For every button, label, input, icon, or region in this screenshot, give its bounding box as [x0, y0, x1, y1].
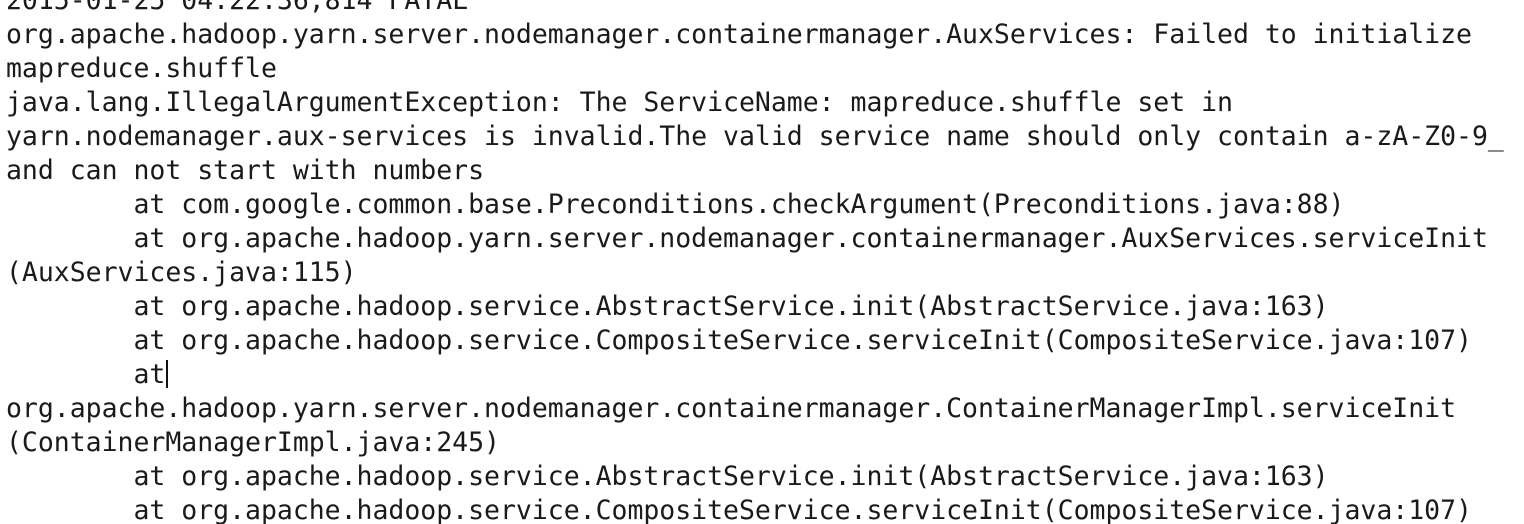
stack-frame-preconditions: at com.google.common.base.Preconditions.…	[6, 189, 1345, 220]
stack-frame-abstractservice-init-2: at org.apache.hadoop.service.AbstractSer…	[6, 461, 1329, 492]
log-viewer[interactable]: 2015-01-25 04:22:36,814 FATAL org.apache.…	[0, 0, 1524, 524]
stack-frame-compositeservice-init-2: at org.apache.hadoop.service.CompositeSe…	[6, 495, 1472, 524]
stack-frame-auxservices-location: (AuxServices.java:115)	[6, 257, 357, 288]
log-line-timestamp: 2015-01-25 04:22:36,814 FATAL	[6, 0, 469, 16]
stack-frame-at-with-cursor: at	[6, 358, 1504, 392]
log-line-exception-detail: yarn.nodemanager.aux-services is invalid…	[6, 121, 1504, 152]
log-line-exception: java.lang.IllegalArgumentException: The …	[6, 87, 1233, 118]
stack-frame-at: at	[6, 359, 166, 390]
stack-frame-containermanagerimpl: org.apache.hadoop.yarn.server.nodemanage…	[6, 393, 1457, 424]
log-text-area[interactable]: 2015-01-25 04:22:36,814 FATAL org.apache.…	[6, 0, 1504, 524]
log-line-service-name: mapreduce.shuffle	[6, 53, 277, 84]
stack-frame-containermanagerimpl-location: (ContainerManagerImpl.java:245)	[6, 427, 500, 458]
text-cursor	[166, 360, 169, 388]
stack-frame-abstractservice-init: at org.apache.hadoop.service.AbstractSer…	[6, 291, 1329, 322]
stack-frame-compositeservice-init: at org.apache.hadoop.service.CompositeSe…	[6, 325, 1472, 356]
log-line-exception-detail-end: and can not start with numbers	[6, 155, 485, 186]
log-line-error-source: org.apache.hadoop.yarn.server.nodemanage…	[6, 19, 1472, 50]
stack-frame-auxservices: at org.apache.hadoop.yarn.server.nodeman…	[6, 223, 1488, 254]
